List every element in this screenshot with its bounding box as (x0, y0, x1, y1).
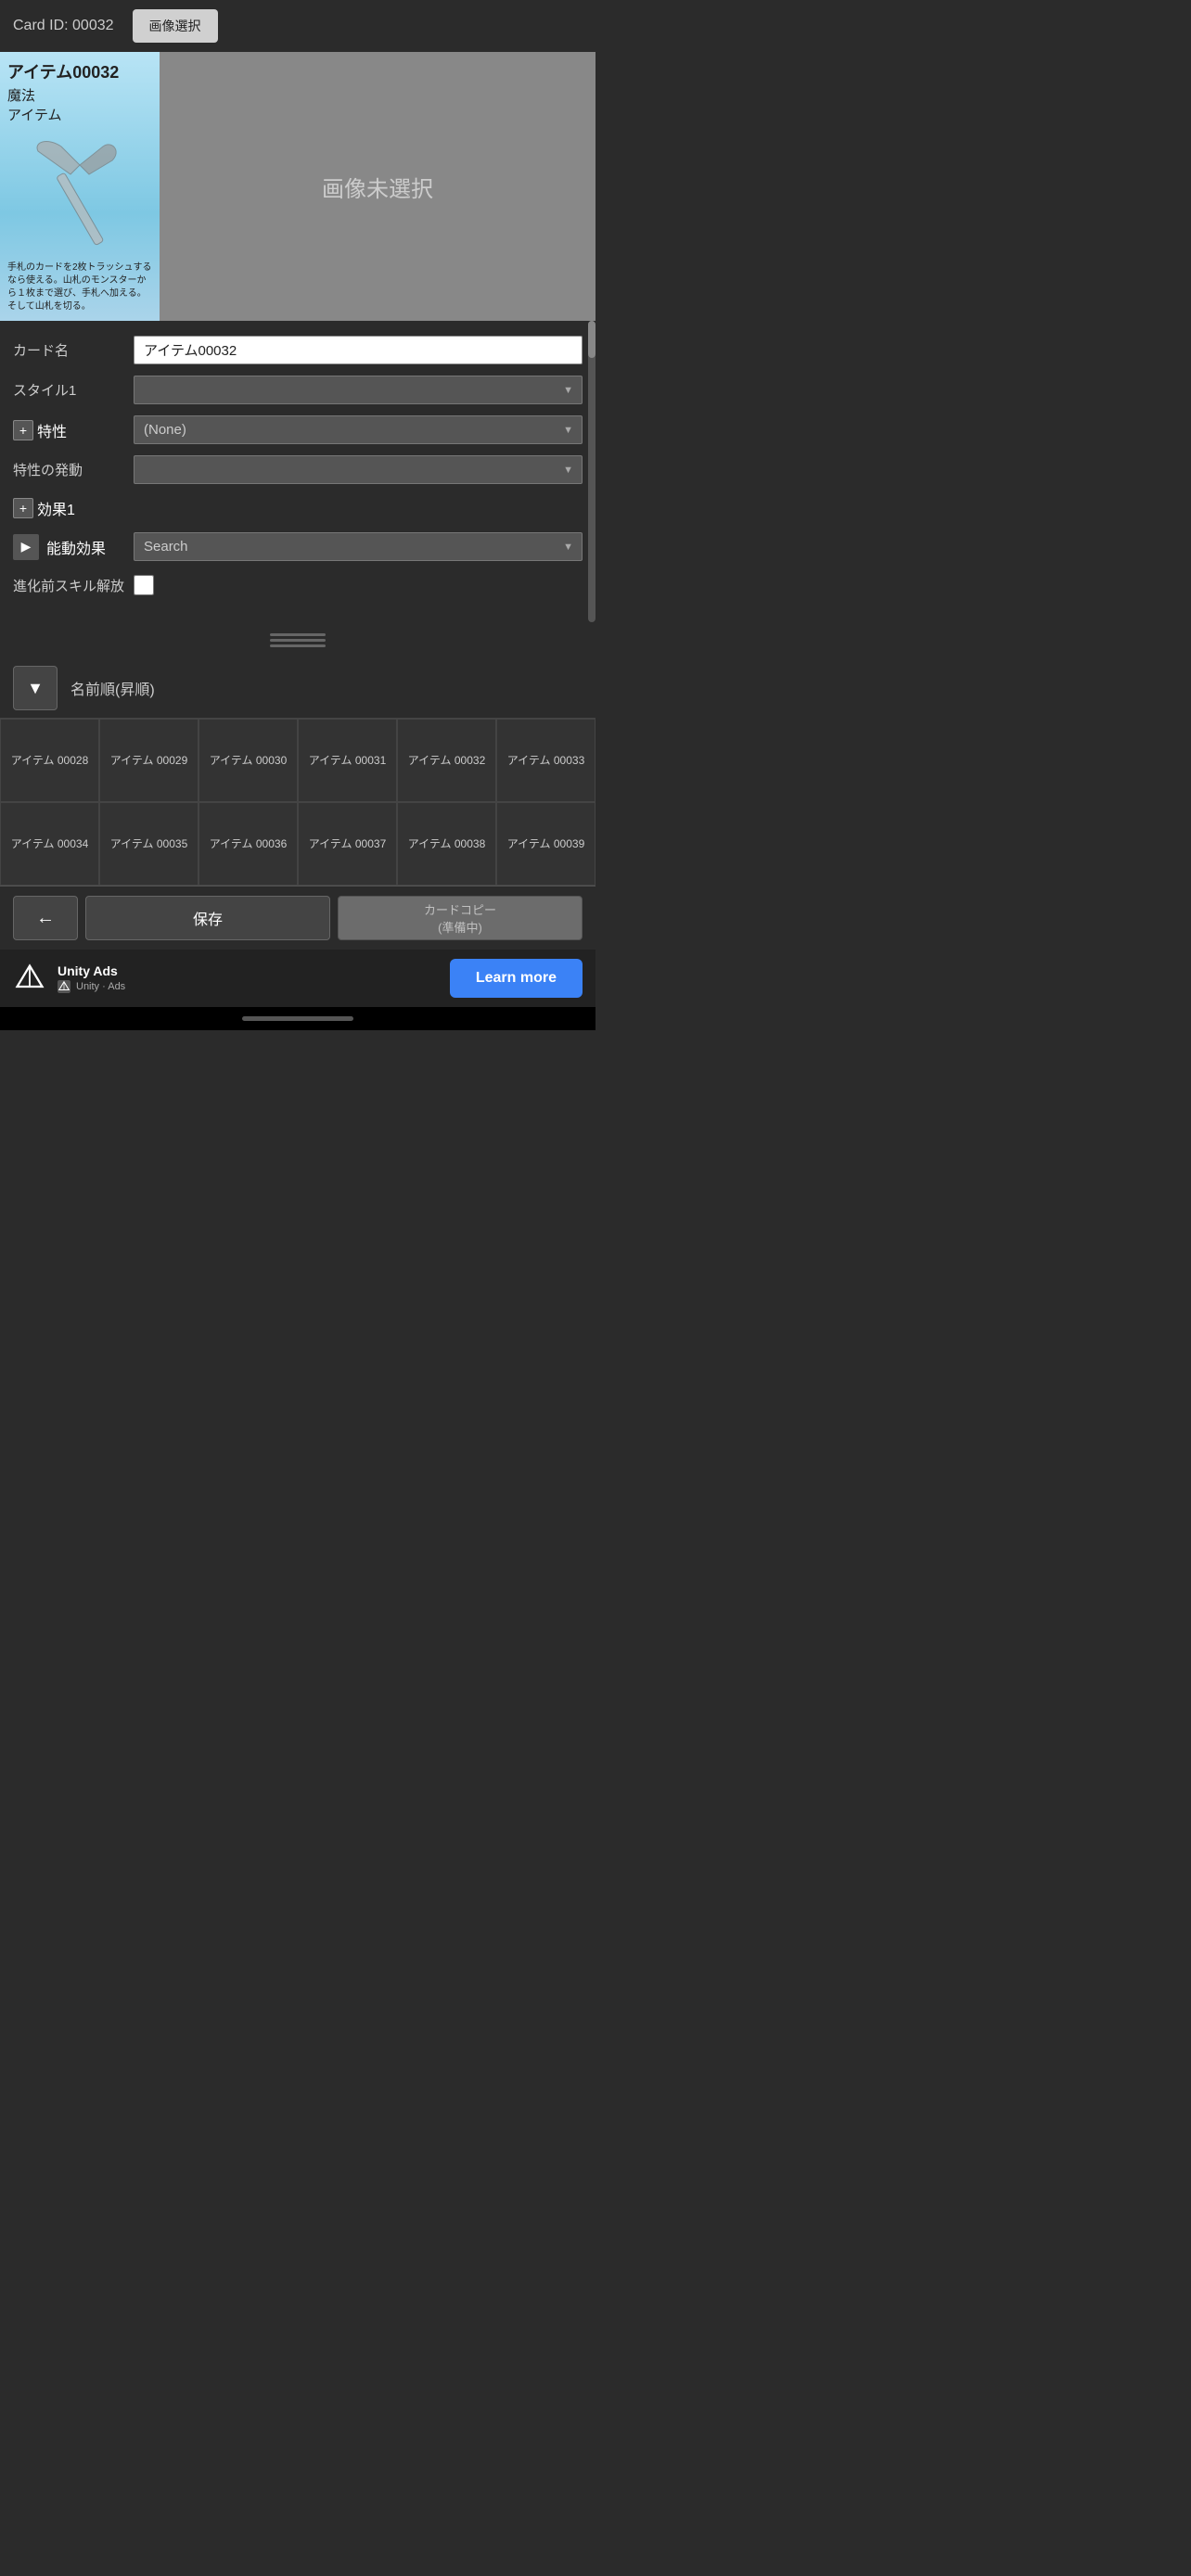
unity-ads-brand: Unity Ads (58, 963, 125, 978)
grid-card-6[interactable]: アイテム 00034 (0, 802, 99, 886)
divider-line-3 (270, 644, 326, 647)
trait-plus-button[interactable]: + (13, 420, 33, 440)
image-placeholder-text: 画像未選択 (322, 171, 433, 203)
divider-line-2 (270, 639, 326, 642)
card-image-area (7, 128, 152, 258)
unity-ads-sub: Unity · Ads (58, 980, 125, 993)
grid-card-7[interactable]: アイテム 00035 (99, 802, 198, 886)
card-preview: アイテム00032 魔法 アイテム 手札のカードを2枚トラッシュするなら使える。… (0, 52, 160, 321)
grid-card-4[interactable]: アイテム 00032 (397, 719, 496, 802)
divider-lines (270, 633, 326, 647)
effect1-label: 効果1 (37, 497, 75, 519)
home-indicator (0, 1007, 596, 1030)
effect1-row: + 効果1 (0, 490, 596, 527)
card-type2: アイテム (7, 105, 152, 124)
card-type1: 魔法 (7, 85, 152, 105)
sort-bar: ▼ 名前順(昇順) (0, 658, 596, 718)
save-button[interactable]: 保存 (85, 896, 330, 940)
style1-select-wrapper (134, 376, 583, 404)
trait-select-wrapper: (None) (134, 415, 583, 444)
unity-small-icon (58, 980, 70, 993)
form-section: カード名 スタイル1 + 特性 (None) (0, 321, 596, 622)
card-id-bar: Card ID: 00032 画像選択 (0, 0, 596, 52)
active-effect-play-button[interactable]: ▶ (13, 534, 39, 560)
grid-card-1[interactable]: アイテム 00029 (99, 719, 198, 802)
card-grid: アイテム 00028アイテム 00029アイテム 00030アイテム 00031… (0, 718, 596, 886)
divider-line-1 (270, 633, 326, 636)
grid-card-5[interactable]: アイテム 00033 (496, 719, 596, 802)
unity-logo-icon (13, 962, 46, 995)
active-effect-select-wrapper: Search (134, 532, 583, 561)
image-select-button[interactable]: 画像選択 (133, 9, 218, 43)
grid-card-10[interactable]: アイテム 00038 (397, 802, 496, 886)
active-effect-label-group: ▶ 能動効果 (13, 534, 134, 560)
trait-label: 特性 (37, 419, 67, 441)
pre-evo-label: 進化前スキル解放 (13, 576, 134, 595)
learn-more-button[interactable]: Learn more (450, 959, 583, 998)
form-fields: カード名 スタイル1 + 特性 (None) (0, 321, 596, 622)
grid-card-3[interactable]: アイテム 00031 (298, 719, 397, 802)
trait-label-group: + 特性 (13, 419, 134, 441)
card-description: 手札のカードを2枚トラッシュするなら使える。山札のモンスターから１枚まで選び、手… (7, 261, 152, 313)
trait-trigger-select-wrapper (134, 455, 583, 484)
style1-select[interactable] (134, 376, 583, 404)
sort-direction-button[interactable]: ▼ (13, 666, 58, 710)
card-name-row: カード名 (0, 330, 596, 370)
card-id-text: Card ID: 00032 (13, 18, 114, 34)
back-button[interactable]: ← (13, 896, 78, 940)
effect1-plus-button[interactable]: + (13, 498, 33, 518)
image-placeholder: 画像未選択 (160, 52, 596, 321)
form-scrollbar-thumb (588, 321, 596, 358)
card-name-label: カード名 (13, 340, 134, 360)
card-name-input[interactable] (134, 336, 583, 364)
trait-trigger-row: 特性の発動 (0, 450, 596, 490)
sort-label: 名前順(昇順) (70, 677, 155, 699)
card-title: アイテム00032 (7, 59, 152, 83)
style1-row: スタイル1 (0, 370, 596, 410)
active-effect-select[interactable]: Search (134, 532, 583, 561)
pre-evo-checkbox[interactable] (134, 575, 154, 595)
active-effect-row: ▶ 能動効果 Search (0, 527, 596, 567)
unity-logo (13, 962, 46, 995)
grid-card-8[interactable]: アイテム 00036 (198, 802, 298, 886)
grid-card-0[interactable]: アイテム 00028 (0, 719, 99, 802)
card-preview-row: アイテム00032 魔法 アイテム 手札のカードを2枚トラッシュするなら使える。… (0, 52, 596, 321)
copy-button[interactable]: カードコピー(準備中) (338, 896, 583, 940)
action-bar: ← 保存 カードコピー(準備中) (0, 886, 596, 950)
trait-trigger-label: 特性の発動 (13, 460, 134, 479)
divider-area (0, 622, 596, 658)
trait-select[interactable]: (None) (134, 415, 583, 444)
unity-ads-sub-label: Unity · Ads (76, 981, 125, 992)
ad-banner: Unity Ads Unity · Ads Learn more (0, 950, 596, 1007)
grid-card-11[interactable]: アイテム 00039 (496, 802, 596, 886)
style1-label: スタイル1 (13, 380, 134, 400)
pickaxe-icon (29, 133, 131, 253)
form-scrollbar[interactable] (588, 321, 596, 622)
unity-ads-info: Unity Ads Unity · Ads (58, 963, 125, 993)
grid-card-9[interactable]: アイテム 00037 (298, 802, 397, 886)
grid-card-2[interactable]: アイテム 00030 (198, 719, 298, 802)
trait-row: + 特性 (None) (0, 410, 596, 450)
active-effect-label: 能動効果 (46, 536, 106, 558)
pre-evo-row: 進化前スキル解放 (0, 567, 596, 604)
home-indicator-bar (242, 1016, 353, 1021)
trait-trigger-select[interactable] (134, 455, 583, 484)
effect1-label-group: + 効果1 (13, 497, 134, 519)
